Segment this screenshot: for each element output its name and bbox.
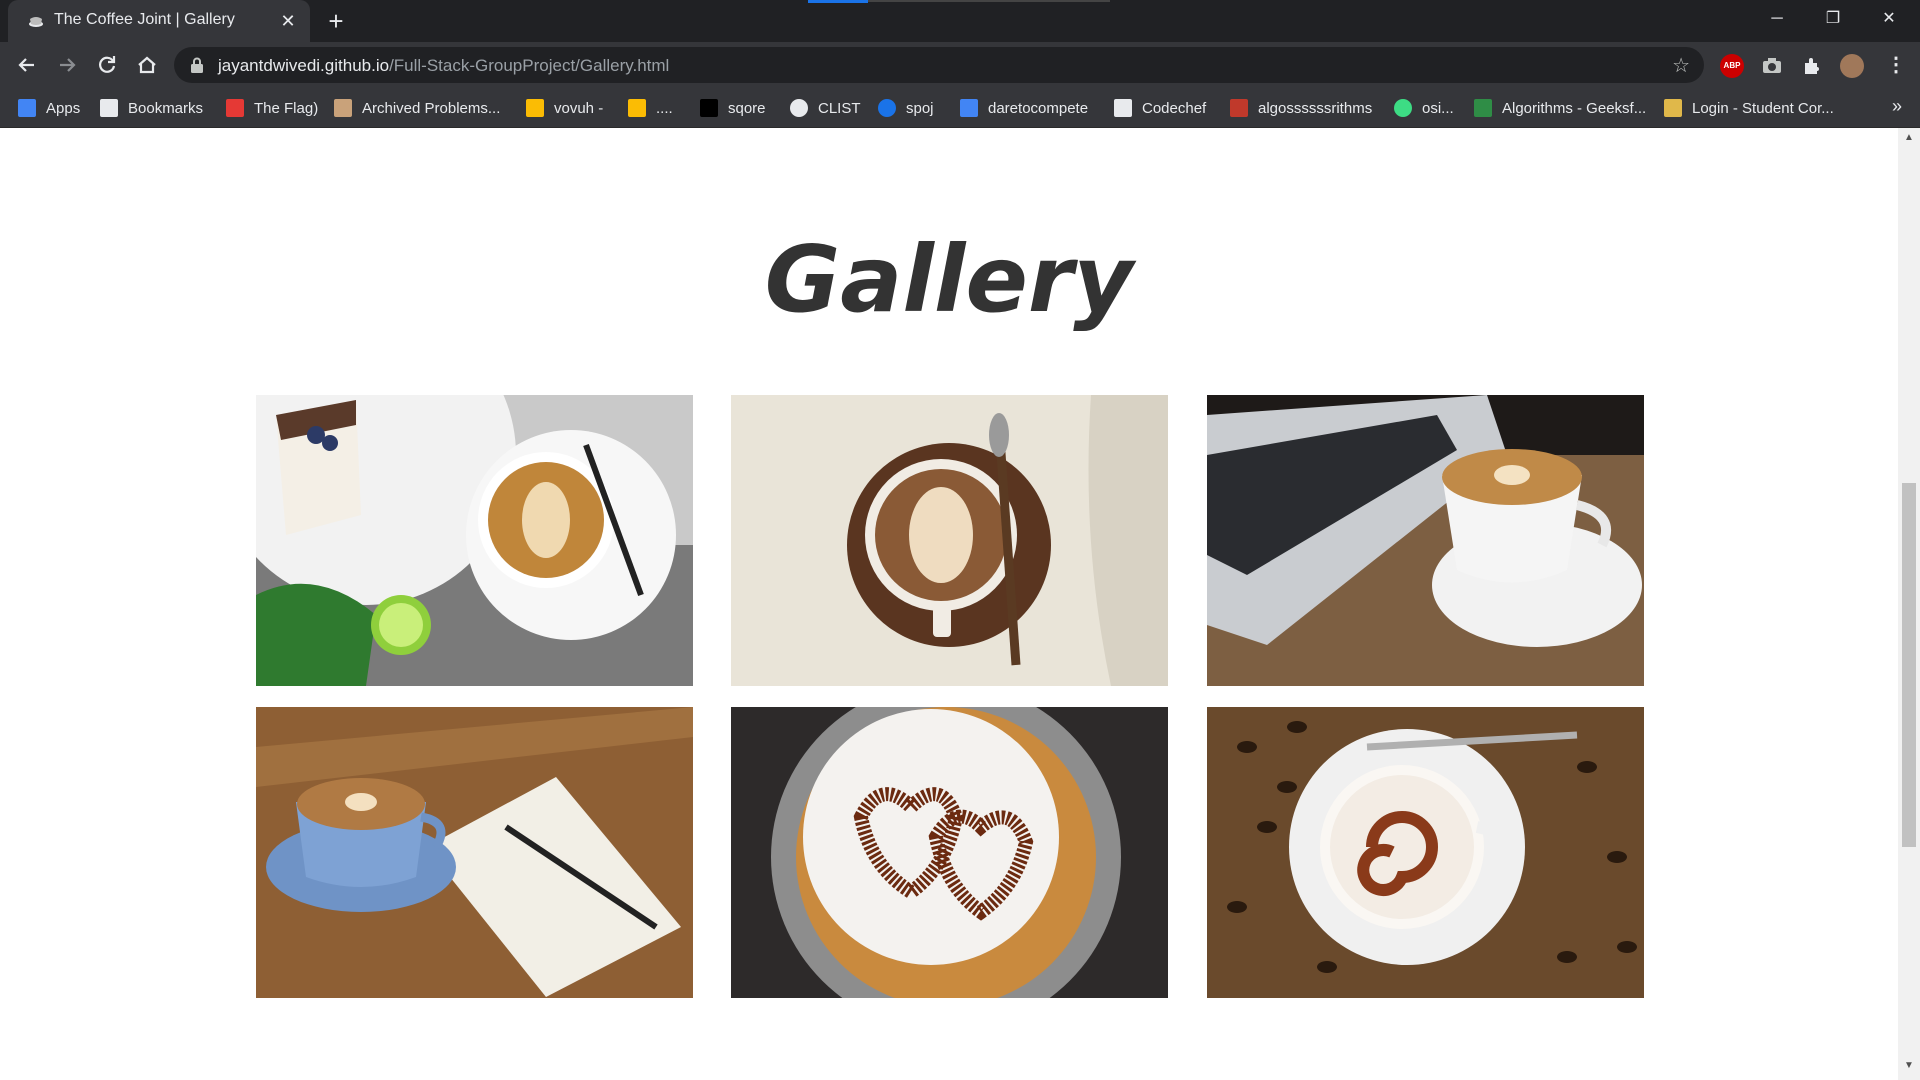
browser-toolbar: jayantdwivedi.github.io/Full-Stack-Group…	[0, 42, 1920, 88]
gallery-photo-latte-beside-laptop[interactable]	[1207, 395, 1644, 686]
codechef-icon	[1114, 99, 1132, 117]
search-icon	[1230, 99, 1248, 117]
scroll-up-arrow-icon[interactable]: ▲	[1898, 132, 1920, 148]
bookmark-label: Bookmarks	[128, 99, 204, 117]
bookmark-label: sqore	[728, 99, 766, 117]
bookmark-item[interactable]: spoj	[878, 96, 934, 120]
bookmark-item[interactable]: osi...	[1394, 96, 1454, 120]
bookmark-label: The Flag)	[254, 99, 319, 117]
gallery-photo-blue-cup-with-notebook[interactable]	[256, 707, 693, 998]
flag-icon	[226, 99, 244, 117]
bookmark-item[interactable]: Login - Student Cor...	[1664, 96, 1834, 120]
close-tab-icon[interactable]: ✕	[276, 9, 300, 33]
bookmark-item[interactable]: CLIST	[790, 96, 861, 120]
bookmark-item[interactable]: Apps	[18, 96, 80, 120]
bookmark-label: spoj	[906, 99, 934, 117]
bookmark-label: CLIST	[818, 99, 861, 117]
scroll-down-arrow-icon[interactable]: ▼	[1898, 1060, 1920, 1076]
tab-strip: The Coffee Joint | Gallery ✕ + ─ ❐ ✕	[0, 0, 1920, 42]
gallery-photo-cappuccino-with-beans[interactable]	[1207, 707, 1644, 998]
bookmark-label: Algorithms - Geeksf...	[1502, 99, 1647, 117]
archive-icon	[334, 99, 352, 117]
adblock-plus-icon[interactable]: ABP	[1720, 54, 1744, 78]
url-text: jayantdwivedi.github.io/Full-Stack-Group…	[218, 56, 669, 76]
scroll-thumb[interactable]	[1902, 483, 1916, 847]
bookmark-item[interactable]: daretocompete	[960, 96, 1088, 120]
reload-button[interactable]	[92, 50, 122, 80]
lock-icon	[191, 57, 203, 73]
puzzle-icon	[960, 99, 978, 117]
new-tab-button[interactable]: +	[322, 8, 350, 36]
globe-icon	[790, 99, 808, 117]
bookmark-label: osi...	[1422, 99, 1454, 117]
close-window-button[interactable]: ✕	[1866, 0, 1912, 38]
bookmark-label: Login - Student Cor...	[1692, 99, 1834, 117]
minimize-button[interactable]: ─	[1754, 0, 1800, 38]
bookmark-item[interactable]: vovuh -	[526, 96, 603, 120]
tab-title: The Coffee Joint | Gallery	[54, 11, 235, 28]
bookmark-item[interactable]: Algorithms - Geeksf...	[1474, 96, 1646, 120]
address-bar[interactable]: jayantdwivedi.github.io/Full-Stack-Group…	[174, 47, 1704, 83]
loading-indicator	[808, 0, 868, 3]
bookmark-label: ....	[656, 99, 673, 117]
reload-icon	[99, 56, 116, 73]
gfg-icon	[1474, 99, 1492, 117]
home-button[interactable]	[132, 50, 162, 80]
bookmark-label: Archived Problems...	[362, 99, 501, 117]
spoj-icon	[878, 99, 896, 117]
tab-active[interactable]: The Coffee Joint | Gallery ✕	[8, 0, 310, 42]
bookmark-label: algossssssrithms	[1258, 99, 1373, 117]
star-icon	[100, 99, 118, 117]
gallery-photo-latte-with-cake[interactable]	[256, 395, 693, 686]
chart-icon	[526, 99, 544, 117]
forward-arrow-icon	[60, 58, 76, 72]
bookmark-item[interactable]: Codechef	[1114, 96, 1206, 120]
url-host: jayantdwivedi.github.io	[218, 56, 390, 75]
bookmarks-bar: Apps Bookmarks The Flag) Archived Problems.…	[0, 88, 1920, 128]
bookmark-item[interactable]: sqore	[700, 96, 766, 120]
bookmark-item[interactable]: ....	[628, 96, 673, 120]
chart-icon	[628, 99, 646, 117]
profile-avatar[interactable]	[1840, 54, 1864, 78]
back-arrow-icon	[18, 58, 34, 72]
puzzle-extensions-icon[interactable]	[1800, 54, 1824, 78]
bookmark-label: vovuh -	[554, 99, 604, 117]
url-path: /Full-Stack-GroupProject/Gallery.html	[389, 56, 670, 75]
apps-grid-icon	[18, 99, 36, 117]
bookmark-item[interactable]: The Flag)	[226, 96, 318, 120]
osi-icon	[1394, 99, 1412, 117]
forward-button[interactable]	[52, 50, 82, 80]
page-title: Gallery	[764, 226, 1134, 333]
more-bookmarks-chevron-icon[interactable]: »	[1892, 96, 1902, 117]
back-button[interactable]	[12, 50, 42, 80]
photo-grid	[256, 395, 1644, 998]
menu-kebab-icon[interactable]: ⋮	[1886, 52, 1906, 77]
coffee-cup-icon	[29, 17, 43, 27]
bookmark-star-icon[interactable]: ☆	[1672, 53, 1690, 78]
crown-icon	[1664, 99, 1682, 117]
bookmark-item[interactable]: Archived Problems...	[334, 96, 500, 120]
bookmark-item[interactable]: Bookmarks	[100, 96, 203, 120]
home-icon	[138, 56, 156, 74]
restore-button[interactable]: ❐	[1810, 0, 1856, 38]
bookmark-item[interactable]: algossssssrithms	[1230, 96, 1372, 120]
page-content: Gallery	[0, 128, 1898, 1080]
page-scrollbar[interactable]: ▲ ▼	[1898, 128, 1920, 1080]
camera-extension-icon[interactable]	[1760, 54, 1784, 78]
loading-track	[868, 0, 1110, 2]
bookmark-label: Codechef	[1142, 99, 1207, 117]
bookmark-label: daretocompete	[988, 99, 1089, 117]
gallery-photo-cappuccino-heart-art[interactable]	[731, 707, 1168, 998]
square-icon	[700, 99, 718, 117]
bookmark-label: Apps	[46, 99, 81, 117]
gallery-photo-latte-on-wooden-saucer[interactable]	[731, 395, 1168, 686]
